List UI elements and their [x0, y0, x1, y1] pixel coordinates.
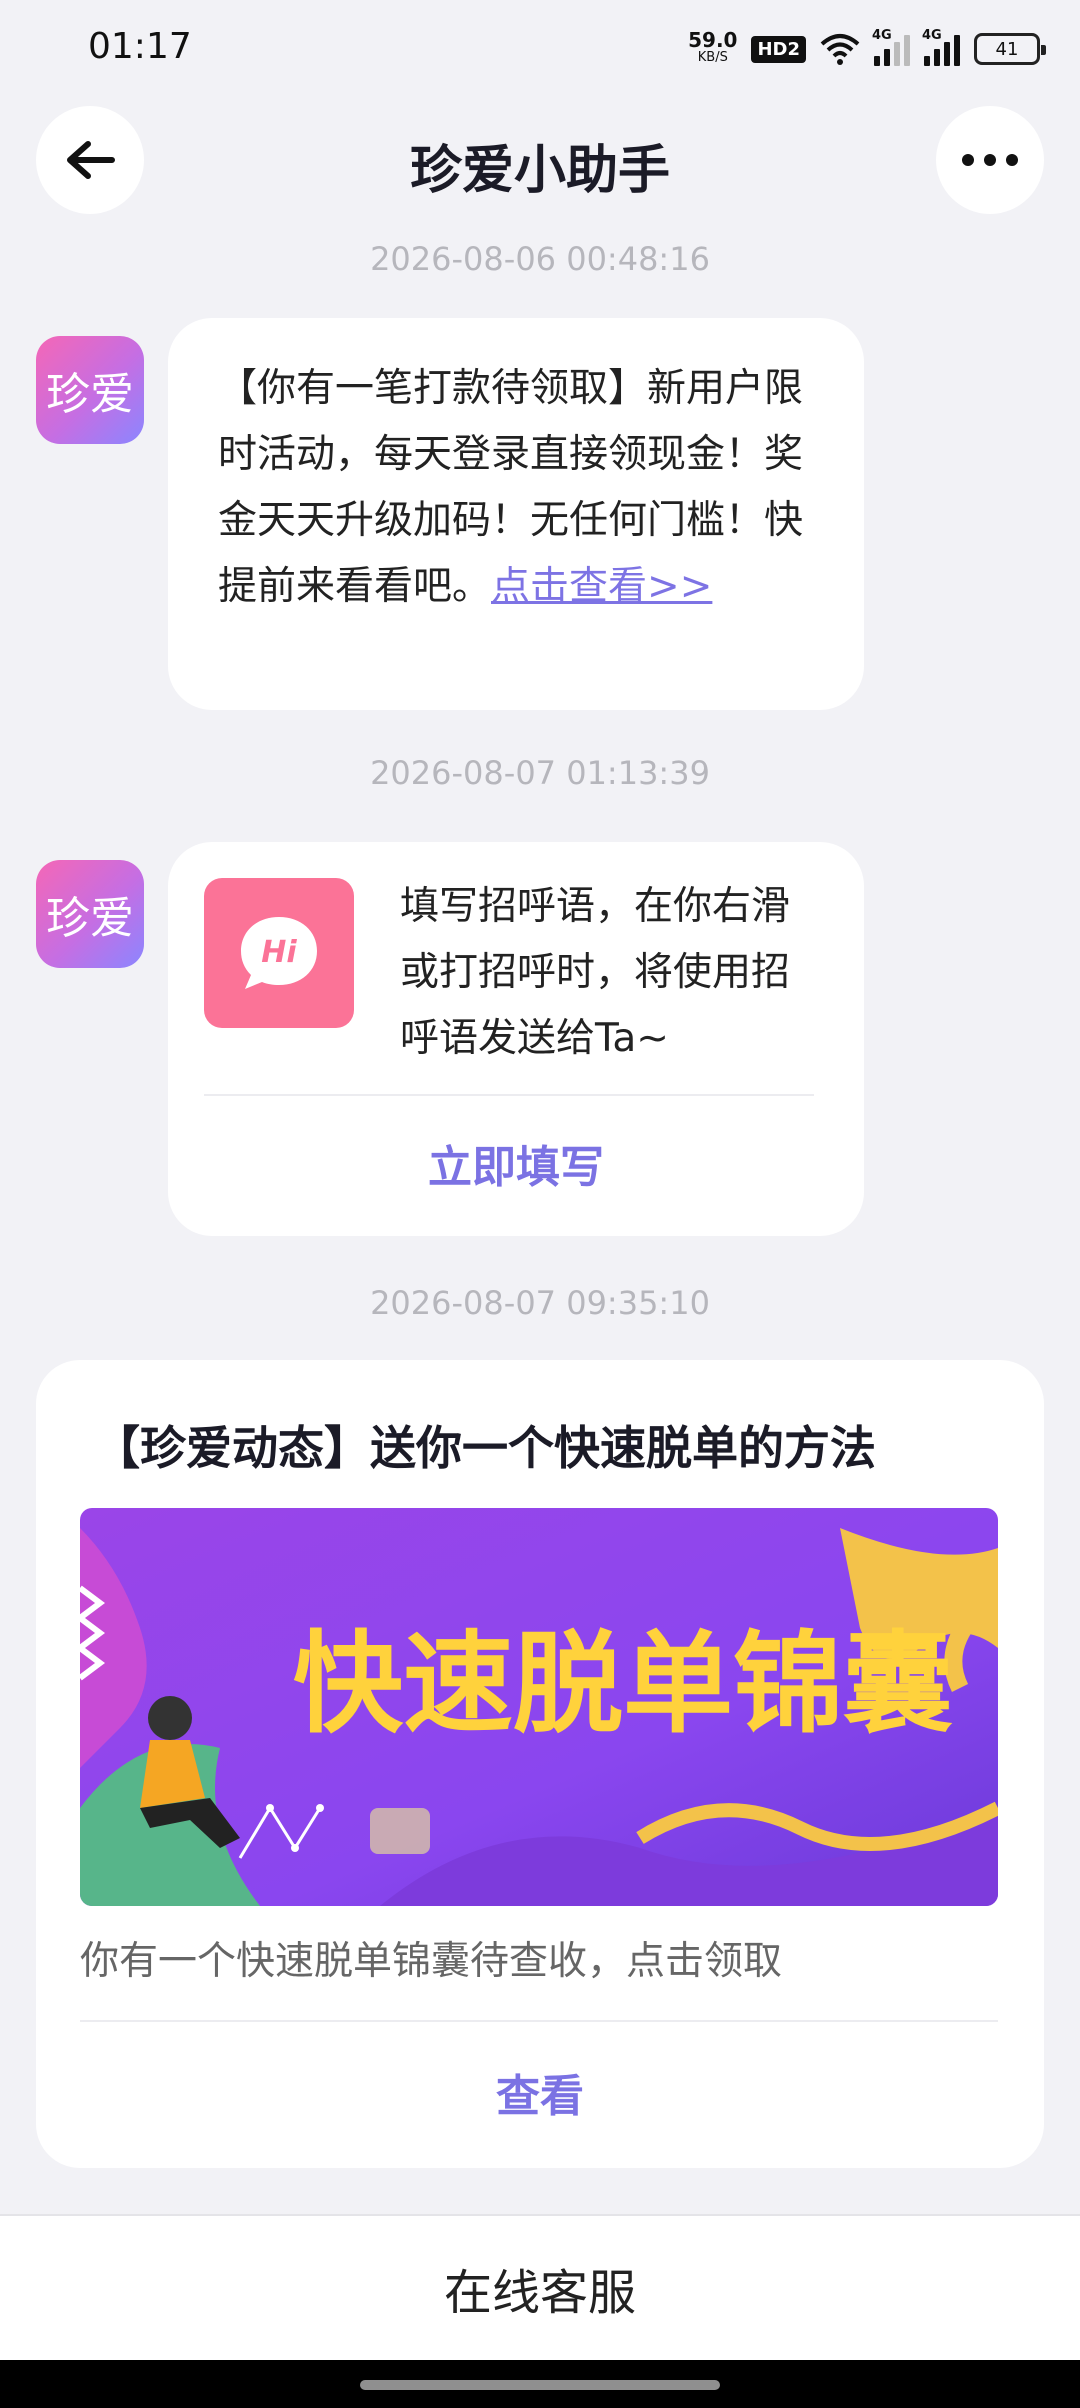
signal-1-icon: 4G: [872, 28, 910, 66]
news-card-title: 【珍爱动态】送你一个快速脱单的方法: [94, 1421, 876, 1475]
signal-2-label: 4G: [922, 28, 942, 43]
divider: [80, 2020, 998, 2022]
hd-badge: HD2: [751, 35, 806, 63]
message-text: 【你有一笔打款待领取】新用户限时活动，每天登录直接领现金！奖金天天升级加码！无任…: [168, 318, 864, 658]
signal-1-label: 4G: [872, 28, 892, 43]
message-timestamp: 2026-08-07 01:13:39: [370, 754, 710, 792]
page-header: 珍爱小助手: [0, 106, 1080, 216]
more-dots-icon: [962, 154, 1018, 166]
more-button[interactable]: [936, 106, 1044, 214]
greeting-card: Hi 填写招呼语，在你右滑或打招呼时，将使用招呼语发送给Ta~ 立即填写: [168, 842, 864, 1236]
greeting-card-body: Hi 填写招呼语，在你右滑或打招呼时，将使用招呼语发送给Ta~: [204, 842, 814, 1096]
home-indicator[interactable]: [360, 2380, 720, 2390]
net-speed: 59.0 KB/S: [688, 30, 737, 67]
news-card[interactable]: 【珍爱动态】送你一个快速脱单的方法 快速脱单锦囊 你有一个快速脱单锦囊待查收，点…: [36, 1360, 1044, 2168]
online-service-button[interactable]: 在线客服: [0, 2214, 1080, 2360]
news-description: 你有一个快速脱单锦囊待查收，点击领取: [80, 1939, 783, 1984]
fill-now-button[interactable]: 立即填写: [168, 1096, 864, 1236]
wifi-icon: [820, 34, 860, 65]
signal-2-icon: 4G: [922, 28, 960, 66]
message-timestamp: 2026-08-06 00:48:16: [370, 240, 710, 278]
page-title: 珍爱小助手: [409, 141, 670, 201]
status-time: 01:17: [88, 26, 192, 67]
hi-chat-icon: Hi: [204, 878, 354, 1028]
banner-graphic: 快速脱单锦囊: [80, 1508, 998, 1906]
status-bar: 01:17 59.0 KB/S HD2 4G 4G 41: [0, 0, 1080, 100]
banner-text: 快速脱单锦囊: [293, 1620, 953, 1748]
greeting-text: 填写招呼语，在你右滑或打招呼时，将使用招呼语发送给Ta~: [400, 884, 791, 1061]
message-timestamp: 2026-08-07 09:35:10: [370, 1284, 710, 1322]
view-link[interactable]: 点击查看>>: [491, 564, 712, 609]
news-banner-image[interactable]: 快速脱单锦囊: [80, 1508, 998, 1906]
hi-icon-text: Hi: [261, 935, 297, 970]
battery-level: 41: [995, 38, 1019, 60]
gesture-bar: [0, 2360, 1080, 2408]
view-button[interactable]: 查看: [36, 2060, 1044, 2124]
message-bubble: 【你有一笔打款待领取】新用户限时活动，每天登录直接领现金！奖金天天升级加码！无任…: [168, 318, 864, 710]
avatar[interactable]: 珍爱: [36, 336, 144, 444]
avatar[interactable]: 珍爱: [36, 860, 144, 968]
battery-icon: 41: [974, 33, 1046, 65]
